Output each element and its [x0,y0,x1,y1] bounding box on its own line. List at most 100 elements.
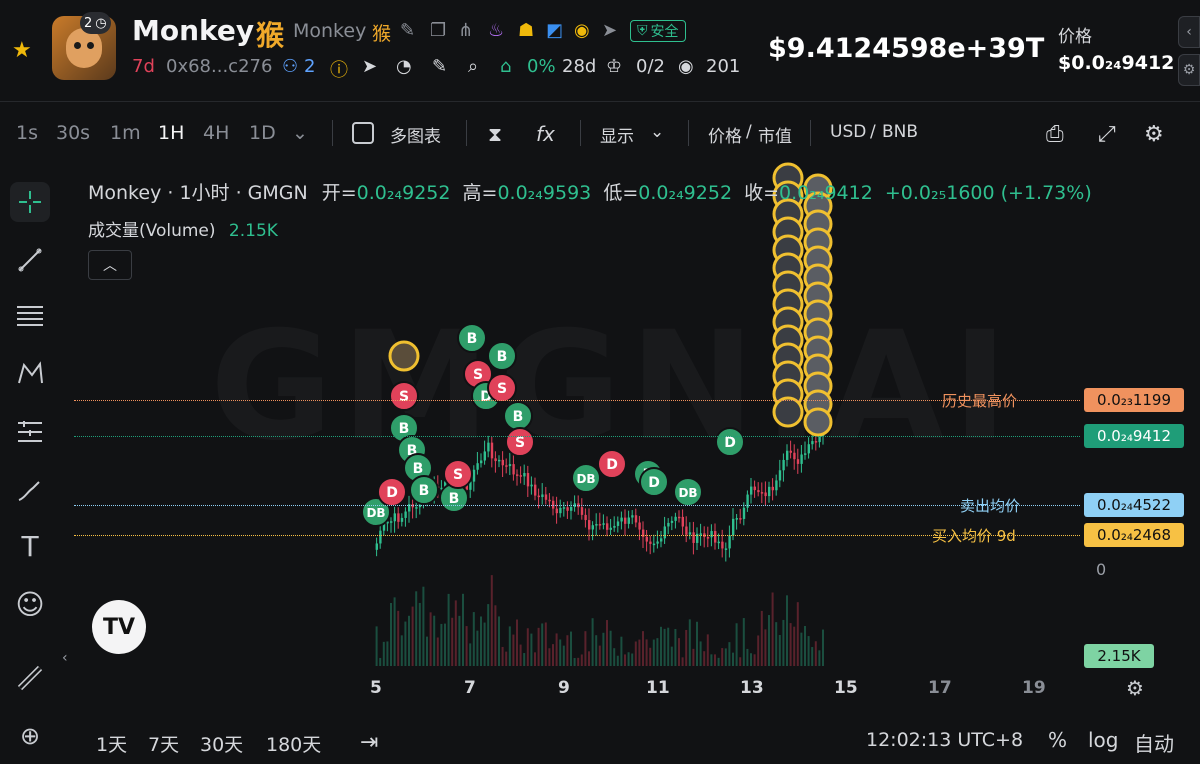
volume-value: 2.15K [228,221,278,241]
volume-bar [703,651,706,666]
candle-body [598,524,602,526]
price-chart[interactable]: DBDSBBBBBSBSDBSBSDBDBDDBD [0,0,1200,764]
current-price-tag: 0.0₂₄9412 [1084,424,1184,448]
volume-bar [584,631,587,666]
candle-body [501,459,504,466]
volume-bar [771,592,774,666]
candle-body [375,543,378,550]
volume-bar [642,631,644,666]
candle-body [634,515,638,523]
volume-bar [505,651,508,666]
candle-body [685,526,688,535]
ath-price-tag: 0.0₂₃1199 [1084,388,1184,412]
volume-bar [663,628,666,666]
volume-bar [544,622,547,666]
candle-body [692,532,695,543]
candle-body [732,518,735,536]
candle-body [678,516,681,519]
volume-bar [649,647,652,666]
percent-toggle[interactable]: % [1048,728,1067,752]
volume-bar [631,653,634,666]
axis-settings-icon[interactable]: ⚙ [1126,676,1144,700]
tradingview-logo[interactable]: TV [92,600,146,654]
trade-marker-label: S [497,381,507,397]
candle-body [537,495,540,498]
candle-body [649,541,652,544]
range-7d[interactable]: 7天 [148,730,179,757]
volume-bar [670,646,673,666]
legend-title: Monkey · 1小时 · GMGN [88,182,308,204]
volume-bar [411,606,414,666]
candle-body [667,522,670,527]
candle-body [487,442,490,452]
x-tick: 9 [558,678,570,698]
candle-body [771,486,774,491]
volume-bar [724,648,727,666]
volume-bar [778,634,781,666]
candle-body [494,458,497,462]
goto-date-icon[interactable]: ⇥ [360,730,378,755]
candle-body [800,454,803,464]
x-tick: 11 [646,678,670,698]
range-30d[interactable]: 30天 [200,730,243,757]
legend-change: +0.0₂₅1600 (+1.73%) [884,182,1092,204]
volume-bar [570,631,572,666]
auto-toggle[interactable]: 自动 [1134,728,1174,757]
trade-marker-label: S [453,467,463,483]
candle-body [379,530,382,544]
candle-body [714,531,717,543]
volume-bar [634,641,637,666]
candle-body [580,507,584,515]
candle-body [613,525,616,528]
volume-bar [638,639,641,666]
volume-bar [750,653,752,666]
volume-bar [782,619,785,666]
volume-bar [678,638,680,666]
candle-body [570,506,573,511]
candle-body [764,492,767,497]
range-180d[interactable]: 180天 [266,730,321,757]
ohlc-legend: Monkey · 1小时 · GMGN 开=0.0₂₄9252 高=0.0₂₄9… [88,178,1092,205]
ath-line [74,400,1080,401]
volume-bar [451,617,454,666]
utc-clock[interactable]: 12:02:13 UTC+8 [866,729,1023,751]
current-price-line [74,436,1080,437]
candle-body [750,486,753,495]
volume-bar [656,638,659,666]
volume-bar [620,636,623,666]
candle-body [541,494,544,498]
candle-body [796,459,800,464]
volume-bar [458,615,461,666]
volume-bar [573,657,576,666]
volume-bar [735,623,738,666]
volume-bar [397,610,400,666]
candle-body [397,513,400,522]
x-tick: 17 [928,678,952,698]
volume-bar [465,626,468,666]
candle-body [393,513,396,522]
candle-body [652,543,656,546]
candle-body [584,514,587,521]
log-toggle[interactable]: log [1088,728,1119,752]
buy-avg-label: 买入均价 9d [932,527,1016,545]
candle-body [814,441,818,443]
trade-marker-label: S [473,367,483,383]
volume-bar [627,652,630,666]
candle-body [566,507,569,511]
candle-body [519,475,522,477]
volume-bar [534,652,536,666]
volume-bar [602,632,605,666]
candle-body [811,441,814,445]
volume-bar [436,637,439,666]
candle-body [620,517,623,522]
volume-bar [660,626,662,666]
volume-bar [454,600,457,666]
volume-bar [422,586,425,666]
volume-bar [742,618,745,666]
candle-body [638,522,641,530]
collapse-legend-button[interactable]: ︿ [88,250,132,280]
range-1d[interactable]: 1天 [96,730,127,757]
volume-bar [685,629,688,666]
candle-body [793,452,796,460]
volume-bar [588,651,590,666]
